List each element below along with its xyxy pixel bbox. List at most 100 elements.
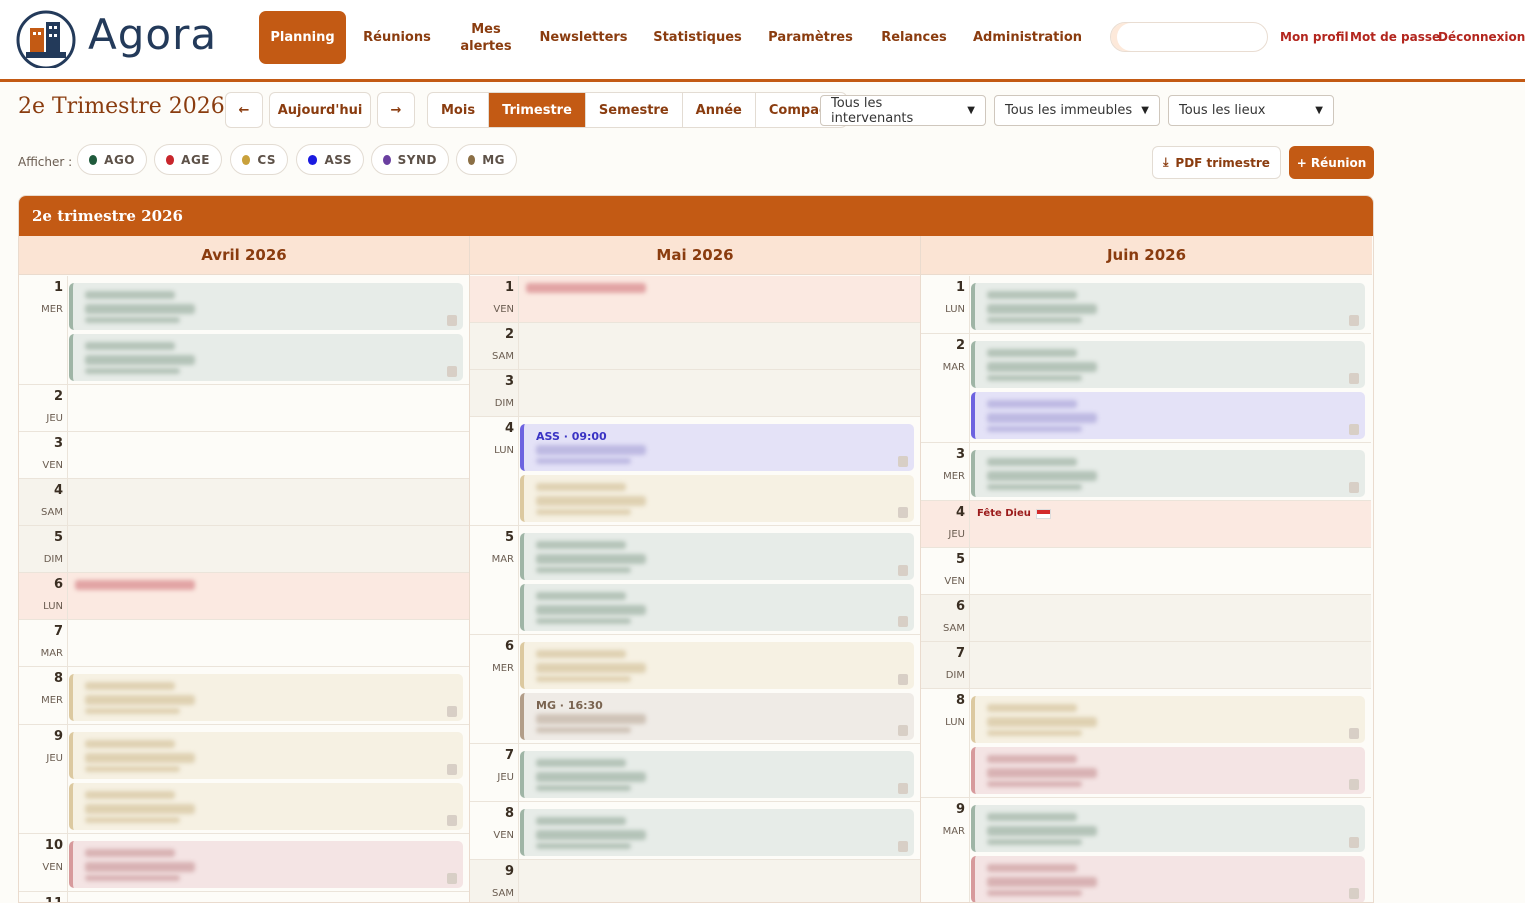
meeting-event-ass[interactable] — [971, 392, 1365, 439]
day-cell[interactable]: 9 JEU — [19, 725, 469, 834]
nav-mes-alertes[interactable]: Mes alertes — [449, 11, 523, 64]
day-cell[interactable]: 2 SAM — [470, 323, 920, 370]
event-type-icon — [898, 616, 908, 627]
day-cell[interactable]: 3 DIM — [470, 370, 920, 417]
deconnexion-link[interactable]: Déconnexion — [1438, 30, 1525, 44]
day-divider — [67, 573, 68, 619]
day-cell[interactable]: 6 MER MG · 16:30 — [470, 635, 920, 744]
view-mois[interactable]: Mois — [428, 93, 490, 127]
meeting-event-ago[interactable] — [520, 533, 914, 580]
day-cell[interactable]: 8 LUN — [921, 689, 1371, 798]
day-cell[interactable]: 1 VEN — [470, 276, 920, 323]
agora-logo[interactable]: Agora — [16, 8, 236, 70]
mot-de-passe-link[interactable]: Mot de passe — [1350, 30, 1440, 44]
event-detail-blurred — [987, 426, 1082, 432]
filter-chip-mg[interactable]: MG — [456, 144, 517, 175]
page-title: 2e Trimestre 2026 — [18, 94, 225, 119]
day-cell[interactable]: 8 VEN — [470, 802, 920, 860]
day-divider — [969, 548, 970, 594]
day-cell[interactable]: 6 LUN — [19, 573, 469, 620]
view-annee[interactable]: Année — [683, 93, 756, 127]
meeting-event-cs[interactable] — [520, 642, 914, 689]
day-cell[interactable]: 10 VEN — [19, 834, 469, 892]
meeting-event-ago[interactable] — [971, 341, 1365, 388]
meeting-event-ago[interactable] — [971, 805, 1365, 852]
month-column-may: Mai 2026 1 VEN 2 SAM 3 DIM 4 LUN ASS · 09:00 5 MAR 6… — [470, 236, 921, 902]
immeubles-select[interactable]: Tous les immeubles ▼ — [994, 95, 1160, 126]
meeting-event-age[interactable] — [69, 841, 463, 888]
day-divider — [67, 620, 68, 666]
day-cell[interactable]: 6 SAM — [921, 595, 1371, 642]
event-building-blurred — [987, 826, 1097, 836]
nav-administration[interactable]: Administration — [967, 11, 1088, 64]
meeting-event-cs[interactable] — [520, 475, 914, 522]
search-input[interactable] — [1110, 22, 1268, 52]
pdf-trimestre-button[interactable]: ⤓ PDF trimestre — [1152, 146, 1281, 179]
meeting-event-ass[interactable]: ASS · 09:00 — [520, 424, 914, 471]
day-cell[interactable]: 5 DIM — [19, 526, 469, 573]
meeting-event-cs[interactable] — [69, 783, 463, 830]
nav-statistiques[interactable]: Statistiques — [645, 11, 750, 64]
nav-reunions[interactable]: Réunions — [355, 11, 439, 64]
day-cell[interactable]: 1 MER — [19, 276, 469, 385]
view-semestre[interactable]: Semestre — [586, 93, 683, 127]
nav-newsletters[interactable]: Newsletters — [533, 11, 634, 64]
meeting-event-cs[interactable] — [69, 732, 463, 779]
next-period-button[interactable]: → — [377, 92, 415, 128]
day-cell[interactable]: 3 MER — [921, 443, 1371, 501]
day-cell[interactable]: 2 MAR — [921, 334, 1371, 443]
meeting-event-ago[interactable] — [69, 283, 463, 330]
day-cell[interactable]: 1 LUN — [921, 276, 1371, 334]
day-divider — [518, 744, 519, 801]
view-trimestre[interactable]: Trimestre — [489, 93, 586, 127]
day-cell[interactable]: 4 SAM — [19, 479, 469, 526]
day-cell[interactable]: 4 LUN ASS · 09:00 — [470, 417, 920, 526]
nav-planning[interactable]: Planning — [259, 11, 346, 64]
day-name: SAM — [491, 351, 514, 362]
day-cell[interactable]: 2 JEU — [19, 385, 469, 432]
filter-chip-synd[interactable]: SYND — [371, 144, 449, 175]
day-divider — [969, 276, 970, 333]
meeting-event-age[interactable] — [971, 747, 1365, 794]
day-divider — [518, 635, 519, 743]
day-cell[interactable]: 5 VEN — [921, 548, 1371, 595]
day-cell[interactable]: 3 VEN — [19, 432, 469, 479]
day-cell[interactable]: 7 MAR — [19, 620, 469, 667]
day-cell[interactable]: 5 MAR — [470, 526, 920, 635]
day-divider — [969, 334, 970, 442]
meeting-event-ago[interactable] — [971, 283, 1365, 330]
meeting-event-mg[interactable]: MG · 16:30 — [520, 693, 914, 740]
lieux-select[interactable]: Tous les lieux ▼ — [1168, 95, 1334, 126]
day-cell[interactable]: 7 DIM — [921, 642, 1371, 689]
filter-chip-cs[interactable]: CS — [230, 144, 288, 175]
nav-parametres[interactable]: Paramètres — [760, 11, 861, 64]
meeting-event-ago[interactable] — [69, 334, 463, 381]
day-name: MAR — [942, 362, 965, 373]
new-reunion-button[interactable]: + Réunion — [1289, 146, 1374, 179]
meeting-event-cs[interactable] — [69, 674, 463, 721]
day-cell[interactable]: 8 MER — [19, 667, 469, 725]
prev-period-button[interactable]: ← — [225, 92, 263, 128]
day-cell[interactable]: 9 SAM — [470, 860, 920, 902]
intervenants-select[interactable]: Tous les intervenants ▼ — [820, 95, 986, 126]
event-title-blurred — [85, 849, 175, 857]
nav-relances[interactable]: Relances — [871, 11, 957, 64]
meeting-event-cs[interactable] — [971, 696, 1365, 743]
mon-profil-link[interactable]: Mon profil — [1280, 30, 1349, 44]
meeting-event-ago[interactable] — [971, 450, 1365, 497]
day-cell[interactable]: 11 — [19, 892, 469, 902]
day-name: LUN — [945, 717, 965, 728]
filter-chip-ass[interactable]: ASS — [296, 144, 364, 175]
event-building-blurred — [987, 304, 1097, 314]
meeting-event-ago[interactable] — [520, 809, 914, 856]
filter-chip-age[interactable]: AGE — [154, 144, 222, 175]
day-cell[interactable]: 4 JEU Fête Dieu — [921, 501, 1371, 548]
quarter-calendar: 2e trimestre 2026 Avril 2026 1 MER 2 JEU 3 VEN… — [18, 195, 1374, 903]
filter-chip-ago[interactable]: AGO — [77, 144, 147, 175]
day-cell[interactable]: 9 MAR — [921, 798, 1371, 902]
day-cell[interactable]: 7 JEU — [470, 744, 920, 802]
meeting-event-ago[interactable] — [520, 584, 914, 631]
meeting-event-age[interactable] — [971, 856, 1365, 902]
meeting-event-ago[interactable] — [520, 751, 914, 798]
today-button[interactable]: Aujourd'hui — [269, 92, 371, 128]
